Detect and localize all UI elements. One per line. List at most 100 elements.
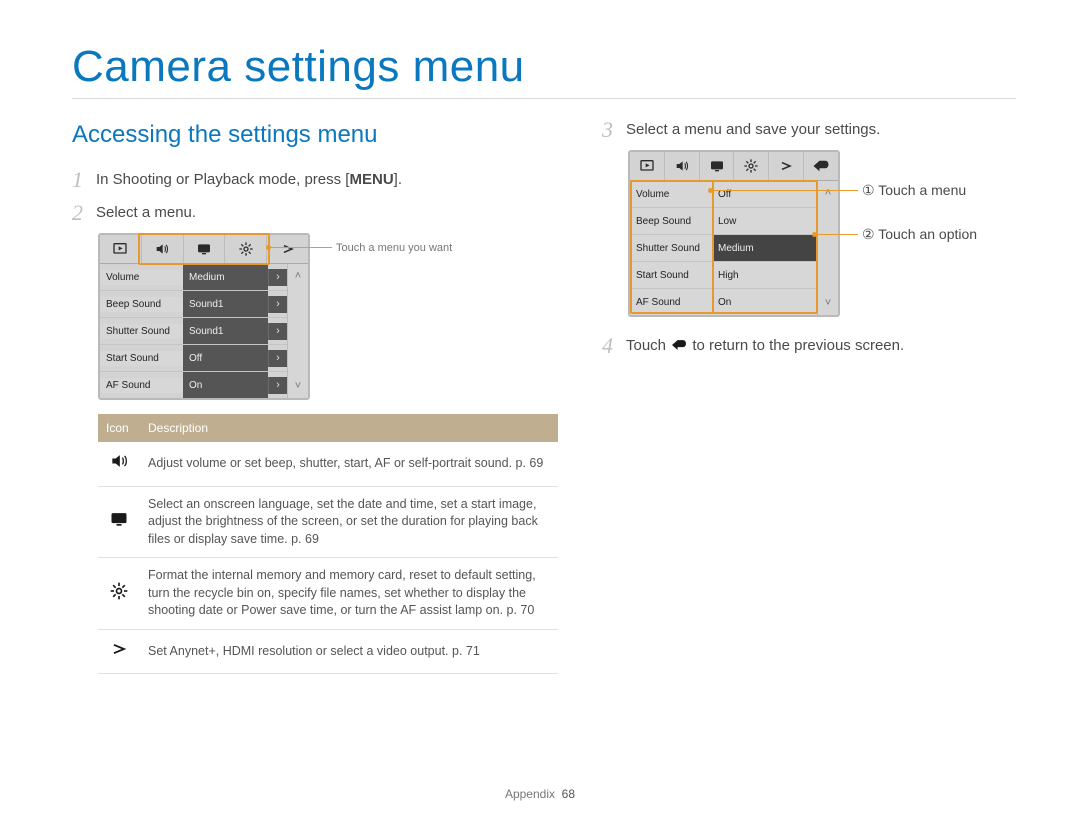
leader-line	[712, 190, 858, 191]
footer-page-number: 68	[562, 787, 575, 801]
step4-post: to return to the previous screen.	[688, 337, 904, 354]
tab-connectivity[interactable]	[267, 235, 308, 263]
tab-bar	[100, 235, 308, 264]
tab-playback[interactable]	[100, 235, 142, 263]
back-arrow-icon	[670, 337, 688, 354]
row-value: Sound1	[183, 291, 268, 317]
label-item[interactable]: AF Sound	[630, 288, 712, 315]
row-value: Sound1	[183, 318, 268, 344]
callout-option-text: Touch an option	[878, 226, 977, 242]
step-3: 3 Select a menu and save your settings.	[602, 117, 1016, 142]
th-description: Description	[140, 414, 558, 442]
tab-sound[interactable]	[665, 152, 700, 180]
scroll-up-icon[interactable]: ˄	[288, 264, 308, 288]
settings-row[interactable]: AF SoundOn›	[100, 371, 287, 398]
icon-description-table: Icon Description Adjust volume or set be…	[98, 414, 558, 674]
row-label: Shutter Sound	[100, 324, 183, 339]
callout-menu: ① Touch a menu	[862, 180, 966, 201]
settings-row[interactable]: Shutter SoundSound1›	[100, 317, 287, 344]
left-column: Accessing the settings menu 1 In Shootin…	[72, 117, 558, 674]
table-desc: Select an onscreen language, set the dat…	[140, 486, 558, 558]
step1-pre: In Shooting or Playback mode, press [	[96, 171, 349, 188]
callout-option: ② Touch an option	[862, 224, 977, 245]
option-item-selected[interactable]: Medium	[712, 234, 817, 261]
chevron-right-icon: ›	[268, 296, 287, 313]
label-column: Volume Beep Sound Shutter Sound Start So…	[630, 181, 712, 315]
scroll-down-icon[interactable]: ˅	[288, 374, 308, 398]
scroll-up-icon[interactable]: ˄	[818, 181, 838, 205]
table-desc: Adjust volume or set beep, shutter, star…	[140, 442, 558, 486]
th-icon: Icon	[98, 414, 140, 442]
label-item[interactable]: Volume	[630, 181, 712, 207]
option-item[interactable]: On	[712, 288, 817, 315]
tab-connectivity[interactable]	[769, 152, 804, 180]
scroll-track	[288, 288, 308, 374]
chevron-right-icon: ›	[268, 350, 287, 367]
step-text: In Shooting or Playback mode, press [MEN…	[96, 167, 402, 192]
option-item[interactable]: High	[712, 261, 817, 288]
tab-back[interactable]	[804, 152, 838, 180]
table-desc: Format the internal memory and memory ca…	[140, 558, 558, 630]
menu-word: MENU	[349, 171, 393, 188]
screenshot-1-wrap: VolumeMedium› Beep SoundSound1› Shutter …	[98, 233, 558, 400]
row-label: AF Sound	[100, 378, 183, 393]
leader-line	[816, 234, 858, 235]
settings-panel: Volume Beep Sound Shutter Sound Start So…	[630, 181, 838, 315]
step-number: 2	[72, 200, 96, 225]
step-2: 2 Select a menu.	[72, 200, 558, 225]
row-label: Volume	[100, 270, 183, 285]
page-title: Camera settings menu	[72, 42, 1016, 92]
camera-screen: Volume Beep Sound Shutter Sound Start So…	[628, 150, 840, 317]
divider	[72, 98, 1016, 99]
table-row: Select an onscreen language, set the dat…	[98, 486, 558, 558]
scrollbar[interactable]: ˄˅	[287, 264, 308, 398]
right-column: 3 Select a menu and save your settings.	[602, 117, 1016, 674]
settings-row[interactable]: Start SoundOff›	[100, 344, 287, 371]
label-option-columns: Volume Beep Sound Shutter Sound Start So…	[630, 181, 817, 315]
tab-bar	[630, 152, 838, 181]
sound-icon	[98, 442, 140, 486]
settings-list: VolumeMedium› Beep SoundSound1› Shutter …	[100, 264, 287, 398]
label-item[interactable]: Shutter Sound	[630, 234, 712, 261]
option-item[interactable]: Low	[712, 207, 817, 234]
step-number: 3	[602, 117, 626, 142]
label-item[interactable]: Start Sound	[630, 261, 712, 288]
step-4: 4 Touch to return to the previous screen…	[602, 333, 1016, 358]
label-item[interactable]: Beep Sound	[630, 207, 712, 234]
section-heading: Accessing the settings menu	[72, 117, 558, 153]
tab-sound[interactable]	[142, 235, 184, 263]
option-item[interactable]: Off	[712, 181, 817, 207]
settings-row[interactable]: Beep SoundSound1›	[100, 290, 287, 317]
tab-display[interactable]	[184, 235, 226, 263]
table-row: Format the internal memory and memory ca…	[98, 558, 558, 630]
scroll-down-icon[interactable]: ˅	[818, 291, 838, 315]
callout-tabs: Touch a menu you want	[336, 240, 452, 257]
tab-playback[interactable]	[630, 152, 665, 180]
tab-settings[interactable]	[734, 152, 769, 180]
table-desc: Set Anynet+, HDMI resolution or select a…	[140, 629, 558, 674]
step-number: 4	[602, 333, 626, 358]
display-icon	[98, 486, 140, 558]
tab-display[interactable]	[700, 152, 735, 180]
scrollbar[interactable]: ˄˅	[817, 181, 838, 315]
step-text: Select a menu.	[96, 200, 196, 225]
tab-settings[interactable]	[225, 235, 267, 263]
circled-2: ②	[862, 226, 875, 242]
step-number: 1	[72, 167, 96, 192]
leader-line	[270, 247, 332, 248]
chevron-right-icon: ›	[268, 323, 287, 340]
step-text: Select a menu and save your settings.	[626, 117, 880, 142]
row-value: Off	[183, 345, 268, 371]
row-label: Start Sound	[100, 351, 183, 366]
settings-row[interactable]: VolumeMedium›	[100, 264, 287, 290]
page-footer: Appendix 68	[0, 787, 1080, 801]
table-row: Adjust volume or set beep, shutter, star…	[98, 442, 558, 486]
settings-panel: VolumeMedium› Beep SoundSound1› Shutter …	[100, 264, 308, 398]
table-row: Set Anynet+, HDMI resolution or select a…	[98, 629, 558, 674]
circled-1: ①	[862, 182, 875, 198]
connectivity-icon	[98, 629, 140, 674]
step1-post: ].	[394, 171, 402, 188]
step4-pre: Touch	[626, 337, 670, 354]
row-value: On	[183, 372, 268, 398]
scroll-track	[818, 205, 838, 291]
